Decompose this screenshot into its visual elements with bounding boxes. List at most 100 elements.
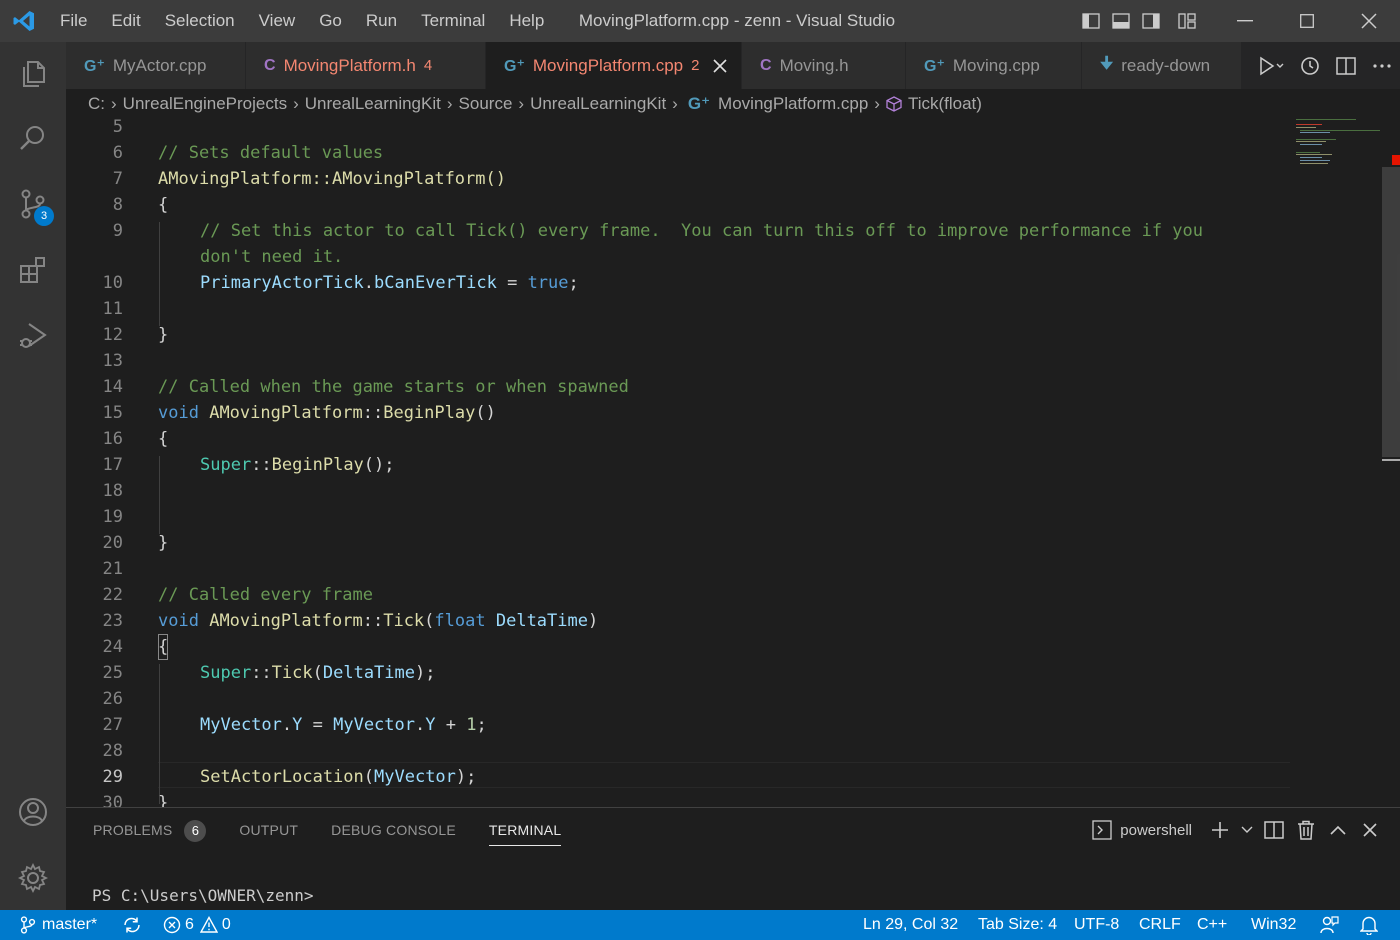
search-icon[interactable] xyxy=(0,106,66,170)
breadcrumb-item[interactable]: MovingPlatform.cpp xyxy=(718,94,868,114)
problems-count-badge: 6 xyxy=(184,820,207,842)
code-line: 28 xyxy=(102,741,123,761)
breadcrumb-item[interactable]: Tick(float) xyxy=(908,94,982,114)
chevron-down-icon[interactable] xyxy=(1236,808,1258,852)
menu-file[interactable]: File xyxy=(48,0,99,42)
code-line: 23 void AMovingPlatform::Tick(float Delta… xyxy=(102,611,599,631)
menu-edit[interactable]: Edit xyxy=(99,0,152,42)
tab-movingplatform-cpp[interactable]: G⁺ MovingPlatform.cpp 2 xyxy=(486,42,742,89)
feedback-icon[interactable] xyxy=(1319,910,1339,940)
maximize-icon[interactable] xyxy=(1276,0,1338,42)
timeline-history-icon[interactable] xyxy=(1292,42,1328,89)
explorer-icon[interactable] xyxy=(0,42,66,106)
cursor-position[interactable]: Ln 29, Col 32 xyxy=(863,910,958,940)
extensions-icon[interactable] xyxy=(0,238,66,302)
shell-name: powershell xyxy=(1120,821,1192,839)
breadcrumb-item[interactable]: C: xyxy=(88,94,105,114)
chevron-right-icon: › xyxy=(672,94,678,113)
language-mode[interactable]: C++ xyxy=(1197,910,1227,940)
menu-view[interactable]: View xyxy=(247,0,308,42)
split-editor-icon[interactable] xyxy=(1328,42,1364,89)
breadcrumb-item[interactable]: Source xyxy=(459,94,513,114)
git-branch-icon xyxy=(20,916,36,934)
menu-selection[interactable]: Selection xyxy=(153,0,247,42)
menu-go[interactable]: Go xyxy=(307,0,354,42)
download-file-icon: 🠋 xyxy=(1100,55,1114,72)
editor-scrollbar[interactable] xyxy=(1382,167,1400,457)
manage-gear-icon[interactable] xyxy=(0,846,66,910)
error-overview-marker xyxy=(1392,155,1400,165)
encoding[interactable]: UTF-8 xyxy=(1074,910,1119,940)
code-line: 6// Sets default values xyxy=(112,143,384,163)
tab-size[interactable]: Tab Size: 4 xyxy=(978,910,1057,940)
end-of-line[interactable]: CRLF xyxy=(1139,910,1181,940)
run-debug-icon[interactable] xyxy=(1248,42,1292,89)
kill-terminal-trash-icon[interactable] xyxy=(1290,808,1322,852)
editor-actions xyxy=(1248,42,1400,89)
platform[interactable]: Win32 xyxy=(1251,910,1296,940)
tab-output[interactable]: OUTPUT xyxy=(239,808,298,852)
more-actions-icon[interactable] xyxy=(1364,42,1400,89)
problems-indicator[interactable]: 6 0 xyxy=(163,910,231,940)
code-line: 14// Called when the game starts or when… xyxy=(102,377,629,397)
cpp-file-icon: G⁺ xyxy=(687,94,711,113)
menu-run[interactable]: Run xyxy=(354,0,409,42)
terminal-prompt[interactable]: PS C:\Users\OWNER\zenn> xyxy=(92,886,314,905)
new-terminal-plus-icon[interactable] xyxy=(1204,808,1236,852)
tab-debug-console[interactable]: DEBUG CONSOLE xyxy=(331,808,456,852)
tab-problem-count: 4 xyxy=(423,57,433,74)
tab-ready-down[interactable]: 🠋 ready-down xyxy=(1082,42,1242,89)
menu-terminal[interactable]: Terminal xyxy=(409,0,497,42)
split-terminal-icon[interactable] xyxy=(1258,808,1290,852)
toggle-primary-sidebar-icon[interactable] xyxy=(1076,0,1106,42)
editor-tab-bar: G⁺ MyActor.cpp C MovingPlatform.h 4 G⁺ M… xyxy=(66,42,1400,89)
source-control-icon[interactable]: 3 xyxy=(0,172,66,236)
vscode-logo-icon xyxy=(0,0,48,42)
breadcrumb-item[interactable]: UnrealEngineProjects xyxy=(123,94,287,114)
code-line: 22// Called every frame xyxy=(102,585,373,605)
tab-label: MyActor.cpp xyxy=(112,55,207,75)
code-line: 11 xyxy=(102,299,123,319)
breadcrumb-item[interactable]: UnrealLearningKit xyxy=(530,94,666,114)
tab-myactor-cpp[interactable]: G⁺ MyActor.cpp xyxy=(66,42,246,89)
tab-movingplatform-h[interactable]: C MovingPlatform.h 4 xyxy=(246,42,486,89)
code-line: 9// Set this actor to call Tick() every … xyxy=(112,221,1204,241)
menu-help[interactable]: Help xyxy=(497,0,556,42)
run-and-debug-icon[interactable] xyxy=(0,304,66,368)
tab-problems[interactable]: PROBLEMS 6 xyxy=(93,808,207,852)
accounts-icon[interactable] xyxy=(0,780,66,844)
code-line: 12} xyxy=(102,325,169,345)
terminal-shell-selector[interactable]: powershell xyxy=(1092,820,1192,840)
status-bar: master* 6 0 Ln 29, Col 32 Tab Size: 4 UT… xyxy=(0,910,1400,940)
close-tab-icon[interactable] xyxy=(713,58,728,73)
tab-label: MovingPlatform.h xyxy=(283,55,416,75)
code-editor[interactable]: 5 6// Sets default values 7 AMovingPlatfo… xyxy=(66,119,1400,807)
tab-moving-cpp[interactable]: G⁺ Moving.cpp xyxy=(906,42,1082,89)
toggle-panel-icon[interactable] xyxy=(1106,0,1136,42)
header-file-icon: C xyxy=(760,56,772,74)
code-line: 16{ xyxy=(102,429,169,449)
cpp-file-icon: G⁺ xyxy=(924,57,945,75)
toggle-secondary-sidebar-icon[interactable] xyxy=(1136,0,1166,42)
close-window-icon[interactable] xyxy=(1338,0,1400,42)
branch-name: master* xyxy=(42,916,98,933)
breadcrumb-item[interactable]: UnrealLearningKit xyxy=(305,94,441,114)
code-line: 19 xyxy=(102,507,123,527)
tab-terminal[interactable]: TERMINAL xyxy=(488,808,562,852)
warning-icon xyxy=(199,916,218,934)
minimap[interactable] xyxy=(1294,119,1386,179)
tab-moving-h[interactable]: C Moving.h xyxy=(742,42,906,89)
chevron-right-icon: › xyxy=(446,94,453,113)
customize-layout-icon[interactable] xyxy=(1172,0,1202,42)
code-line: 17 Super::BeginPlay(); xyxy=(102,455,395,475)
branch-indicator[interactable]: master* xyxy=(20,910,97,940)
minimize-icon[interactable] xyxy=(1214,0,1276,42)
maximize-panel-chevron-up-icon[interactable] xyxy=(1322,808,1354,852)
code-line: 29 SetActorLocation(MyVector); xyxy=(102,767,477,787)
close-panel-icon[interactable] xyxy=(1354,808,1386,852)
sync-icon[interactable] xyxy=(122,910,142,940)
code-line: 10 PrimaryActorTick.bCanEverTick = true; xyxy=(102,273,579,293)
code-line: don't need it. xyxy=(200,247,344,267)
notifications-bell-icon[interactable] xyxy=(1360,910,1378,940)
tab-label: Moving.h xyxy=(779,55,849,75)
